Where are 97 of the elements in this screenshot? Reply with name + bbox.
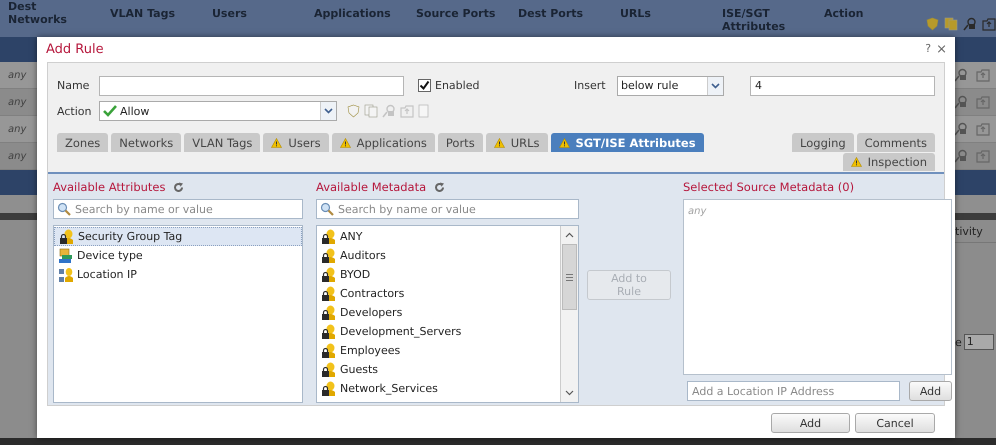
page-label: e	[955, 336, 962, 348]
enabled-checkbox[interactable]	[418, 79, 431, 92]
add-button[interactable]: Add	[909, 381, 952, 401]
add-button[interactable]: Add	[771, 413, 850, 433]
field-label: Action	[57, 104, 92, 118]
tab[interactable]: SGT/ISE Attributes	[550, 133, 704, 152]
cancel-button[interactable]: Cancel	[855, 413, 935, 433]
tab[interactable]: Applications	[332, 133, 435, 152]
list-item[interactable]: Security Group Tag	[54, 227, 302, 246]
name-field[interactable]	[99, 76, 404, 96]
tab[interactable]: Comments	[856, 133, 935, 152]
network-icon	[58, 266, 73, 282]
check-icon	[103, 105, 117, 117]
user-lock-icon	[321, 342, 336, 358]
user-lock-icon	[59, 228, 74, 244]
page-field[interactable]: 1	[964, 334, 994, 350]
section-title: Available Metadata	[316, 180, 426, 194]
checkmark-icon	[419, 80, 430, 91]
user-search-icon[interactable]	[954, 68, 968, 82]
user-search-icon[interactable]	[954, 149, 968, 163]
tab[interactable]: Zones	[57, 133, 108, 152]
user-lock-icon	[321, 248, 336, 264]
folder-icon[interactable]	[976, 149, 990, 163]
column-header: Applications	[314, 6, 392, 22]
shield-icon[interactable]	[926, 17, 939, 31]
copy-icon[interactable]	[364, 104, 378, 118]
help-button[interactable]: ?	[925, 42, 932, 57]
user-lock-icon	[321, 286, 336, 302]
column-header: Source Ports	[416, 6, 496, 22]
user-search-icon[interactable]	[954, 122, 968, 136]
tab[interactable]: Users	[263, 133, 329, 152]
search-icon	[320, 202, 334, 216]
list-item[interactable]: Network_Services	[317, 379, 560, 398]
table-cell: any	[8, 96, 26, 108]
scroll-down-icon[interactable]	[565, 390, 574, 396]
shield-icon[interactable]	[347, 104, 360, 118]
column-header: VLAN Tags	[110, 6, 176, 22]
table-cell: any	[8, 150, 26, 162]
user-lock-icon	[321, 324, 336, 340]
tab[interactable]: Inspection	[842, 153, 935, 171]
table-cell: any	[8, 124, 26, 134]
chevron-down-icon	[324, 108, 333, 114]
section-title: Selected Source Metadata (0)	[683, 180, 854, 194]
device-icon	[58, 248, 73, 264]
dialog-title: Add Rule	[46, 42, 104, 57]
field-label: Insert	[574, 79, 607, 92]
column-header: Users	[212, 6, 248, 22]
list-item[interactable]: Developers	[317, 303, 560, 322]
insert-select[interactable]: below rule	[617, 76, 724, 96]
folder-icon[interactable]	[976, 95, 990, 109]
user-lock-icon	[321, 380, 336, 396]
refresh-icon[interactable]	[434, 182, 446, 192]
column-header: Action	[824, 6, 864, 22]
column-header: Dest Ports	[518, 6, 584, 22]
tab[interactable]: VLAN Tags	[184, 133, 260, 152]
list-item[interactable]: ANY	[317, 227, 560, 246]
user-lock-icon	[321, 266, 336, 282]
action-select[interactable]: Allow	[99, 101, 337, 121]
search-icon	[57, 202, 71, 216]
tab[interactable]: URLs	[486, 133, 548, 152]
user-lock-icon	[321, 304, 336, 320]
folder-icon[interactable]	[982, 17, 996, 31]
search-field[interactable]: Search by name or value	[316, 199, 579, 219]
folder-icon[interactable]	[976, 68, 990, 82]
close-button[interactable]: ×	[936, 42, 947, 57]
list-item[interactable]: Device type	[54, 246, 302, 265]
user-lock-icon	[321, 362, 336, 378]
section-title: Available Attributes	[53, 180, 166, 194]
refresh-icon[interactable]	[173, 182, 184, 192]
rule-number-field[interactable]: 4	[750, 76, 935, 96]
tab[interactable]: Logging	[792, 133, 854, 152]
chevron-down-icon	[711, 82, 720, 88]
checkbox-label: Enabled	[435, 79, 480, 92]
column-header: Dest Networks	[8, 0, 68, 28]
copy-icon[interactable]	[944, 17, 958, 31]
table-cell: any	[8, 70, 26, 80]
search-field[interactable]: Search by name or value	[53, 199, 303, 219]
column-header: ISE/SGT Attributes	[722, 6, 786, 35]
document-icon[interactable]	[418, 104, 429, 118]
column-header: URLs	[620, 6, 652, 22]
field-label: Name	[57, 79, 90, 92]
list-item[interactable]: Development_Servers	[317, 322, 560, 341]
ip-address-field[interactable]: Add a Location IP Address	[687, 381, 900, 401]
list-item[interactable]: Auditors	[317, 246, 560, 265]
list-item[interactable]: Employees	[317, 341, 560, 360]
list-item[interactable]: Location IP	[54, 265, 302, 284]
tab[interactable]: Networks	[111, 133, 182, 152]
list-item[interactable]: Contractors	[317, 284, 560, 303]
tab[interactable]: Ports	[438, 133, 483, 152]
list-item[interactable]: BYOD	[317, 265, 560, 284]
user-lock-icon	[321, 228, 336, 244]
empty-text: any	[688, 206, 706, 217]
list-item[interactable]: Guests	[317, 360, 560, 379]
folder-icon[interactable]	[976, 122, 990, 136]
user-search-icon[interactable]	[954, 95, 968, 109]
scrollbar[interactable]	[560, 226, 578, 402]
scroll-up-icon[interactable]	[565, 232, 574, 238]
